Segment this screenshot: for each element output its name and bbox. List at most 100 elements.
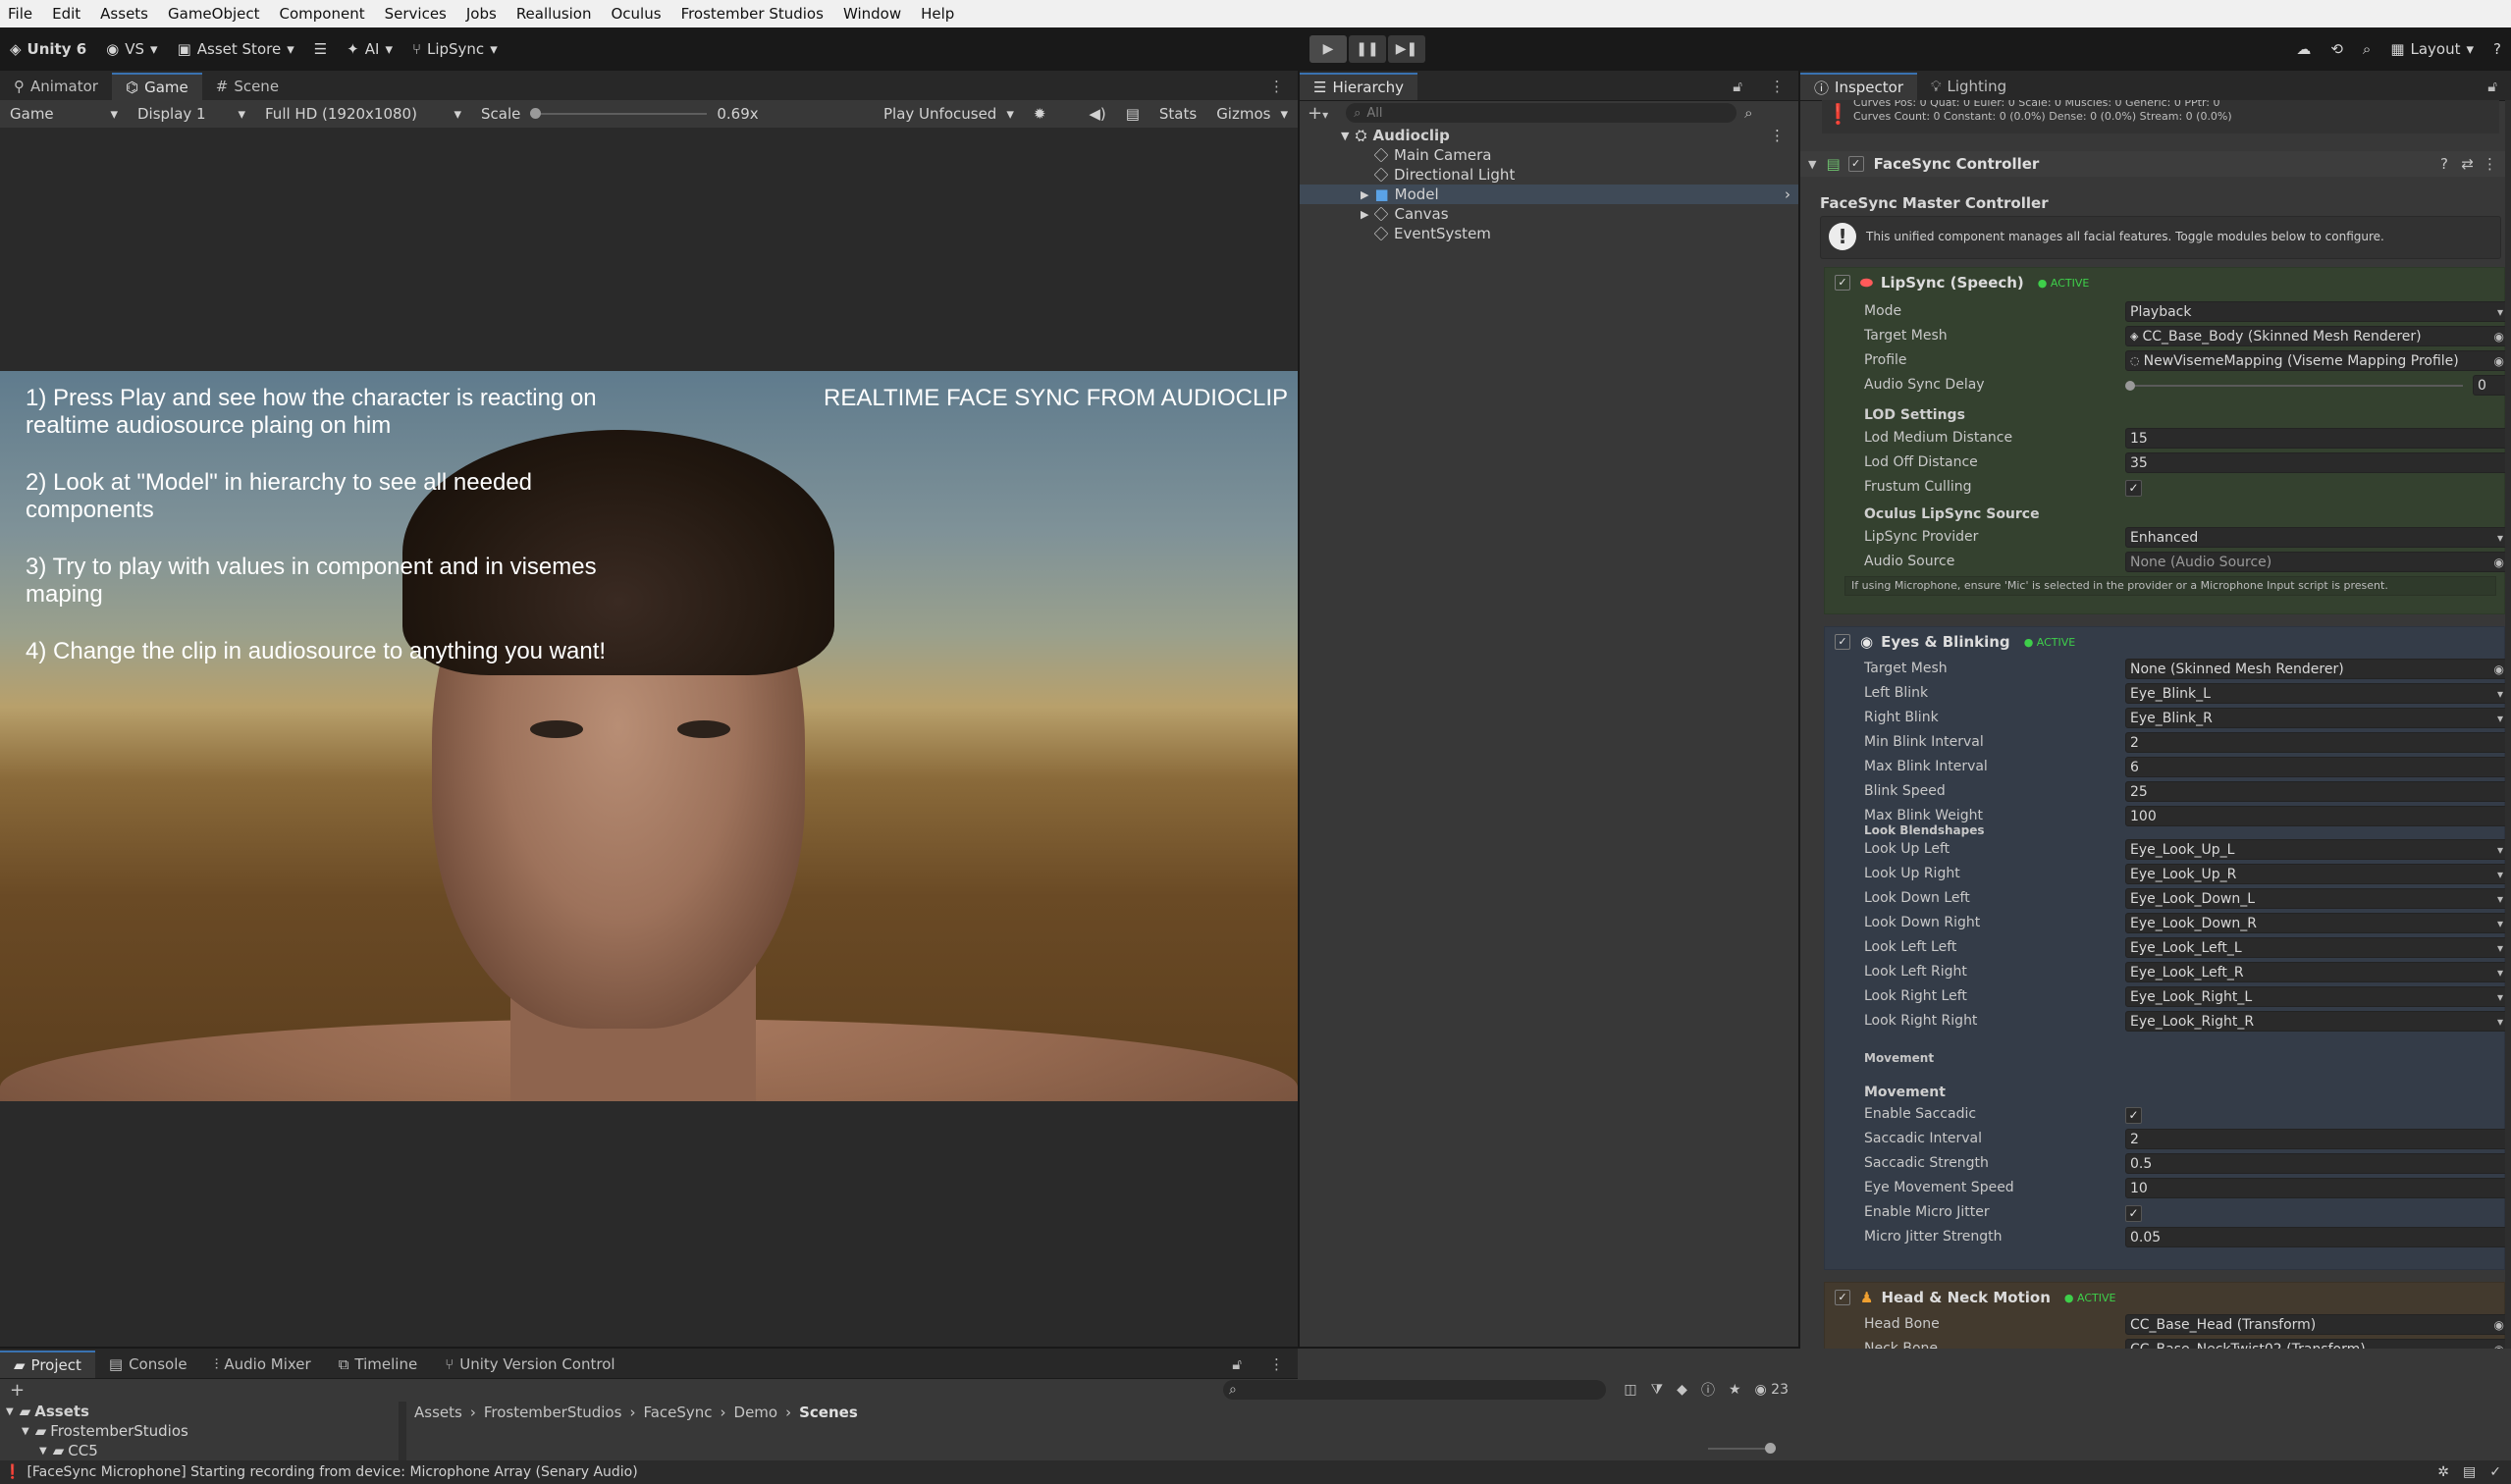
head-header[interactable]: ✓ ♟ Head & Neck Motion ● ACTIVE — [1825, 1285, 2506, 1310]
search-button[interactable]: ⌕ — [2353, 34, 2380, 64]
display-dropdown[interactable]: Display 1 ▾ — [128, 105, 255, 123]
hierarchy-search[interactable]: ⌕ All — [1346, 103, 1737, 123]
package-button[interactable]: ☰ — [304, 34, 337, 64]
hierarchy-item-main-camera[interactable]: Main Camera — [1300, 145, 1798, 165]
jitter-strength-field[interactable]: 0.05 — [2125, 1227, 2510, 1247]
eyes-enabled-checkbox[interactable]: ✓ — [1835, 634, 1850, 650]
create-button[interactable]: +▾ — [1300, 103, 1336, 124]
field-value[interactable]: 2 — [2125, 732, 2510, 753]
unity-brand-button[interactable]: ◈ Unity 6 — [0, 34, 96, 64]
filter-icon[interactable]: ⧩ — [1651, 1382, 1664, 1398]
project-menu-button[interactable]: ⋮ — [1256, 1351, 1298, 1378]
field-value[interactable]: 25 — [2125, 781, 2510, 802]
scale-slider[interactable] — [530, 108, 708, 120]
kebab-icon[interactable]: ⋮ — [2483, 155, 2497, 173]
field-value[interactable]: Eye_Look_Left_L — [2125, 937, 2510, 958]
field-value[interactable]: Eye_Look_Down_R — [2125, 913, 2510, 933]
field-value[interactable]: Eye_Look_Down_L — [2125, 888, 2510, 909]
status-message[interactable]: [FaceSync Microphone] Starting recording… — [27, 1464, 637, 1480]
history-button[interactable]: ⟲ — [2321, 34, 2353, 64]
enable-saccadic-checkbox[interactable]: ✓ — [2125, 1107, 2142, 1124]
target-mesh-field[interactable]: ◈ CC_Base_Body (Skinned Mesh Renderer) — [2125, 326, 2510, 346]
field-value[interactable]: None (Skinned Mesh Renderer) — [2125, 659, 2510, 679]
resolution-dropdown[interactable]: Full HD (1920x1080) ▾ — [255, 105, 471, 123]
folder-cc5[interactable]: ▼ ▰ CC5 — [0, 1441, 402, 1460]
eyes-header[interactable]: ✓ ◉ Eyes & Blinking ● ACTIVE — [1825, 629, 2506, 655]
tab-lighting[interactable]: 💡︎ Lighting — [1917, 73, 2020, 100]
field-value[interactable]: Eye_Blink_R — [2125, 708, 2510, 728]
step-button[interactable]: ▶❚ — [1388, 35, 1425, 63]
tab-scene[interactable]: # Scene — [202, 73, 293, 100]
label-icon[interactable]: ◆ — [1677, 1382, 1687, 1398]
pause-button[interactable]: ❚❚ — [1349, 35, 1386, 63]
progress-icon[interactable]: ▤ — [2463, 1464, 2476, 1480]
field-value[interactable]: 2 — [2125, 1129, 2510, 1149]
help-button[interactable]: ? — [2484, 34, 2511, 64]
search-by-type-icon[interactable]: ◫ — [1624, 1382, 1636, 1398]
cloud-button[interactable]: ☁ — [2286, 34, 2321, 64]
menu-file[interactable]: File — [8, 5, 32, 23]
debug-icon[interactable]: ✲ — [2437, 1464, 2449, 1480]
scene-row[interactable]: ▼ ⛭ Audioclip ⋮ — [1300, 126, 1798, 145]
tab-animator[interactable]: ⚲ Animator — [0, 73, 112, 100]
tab-version-control[interactable]: ⑂ Unity Version Control — [431, 1351, 628, 1378]
project-lock-button[interactable]: 🔓︎ — [1218, 1351, 1256, 1378]
info-icon[interactable]: ⓘ — [1701, 1380, 1715, 1400]
menu-gameobject[interactable]: GameObject — [168, 5, 260, 23]
menu-edit[interactable]: Edit — [52, 5, 80, 23]
play-button[interactable]: ▶ — [1309, 35, 1347, 63]
tab-inspector[interactable]: ⓘ Inspector — [1800, 73, 1917, 100]
tree-scrollbar[interactable] — [399, 1402, 406, 1460]
field-value[interactable]: 6 — [2125, 757, 2510, 777]
component-enabled-checkbox[interactable]: ✓ — [1847, 156, 1864, 172]
field-value[interactable]: Eye_Blink_L — [2125, 683, 2510, 704]
hierarchy-menu-button[interactable]: ⋮ — [1756, 73, 1798, 100]
field-value[interactable]: Eye_Look_Right_L — [2125, 986, 2510, 1007]
head-enabled-checkbox[interactable]: ✓ — [1835, 1290, 1850, 1305]
lod-off-field[interactable]: 35 — [2125, 452, 2510, 473]
game-render-view[interactable]: 1) Press Play and see how the character … — [0, 371, 1298, 1101]
tab-game[interactable]: ⌬ Game — [111, 73, 202, 100]
kebab-icon[interactable]: ⋮ — [1770, 127, 1785, 144]
mode-dropdown[interactable]: Playback — [2125, 301, 2510, 322]
menu-oculus[interactable]: Oculus — [612, 5, 662, 23]
lock-button[interactable]: 🔓︎ — [1719, 73, 1756, 100]
menu-help[interactable]: Help — [921, 5, 954, 23]
project-dropdown[interactable]: ⑂ LipSync ▾ — [402, 34, 508, 64]
field-value[interactable]: 100 — [2125, 806, 2510, 826]
check-icon[interactable]: ✓ — [2489, 1464, 2501, 1480]
field-value[interactable]: Eye_Look_Up_R — [2125, 864, 2510, 884]
panel-menu-button[interactable]: ⋮ — [1256, 73, 1298, 100]
keyboard-button[interactable]: ▤ — [1116, 105, 1149, 123]
hierarchy-item-eventsystem[interactable]: EventSystem — [1300, 224, 1798, 243]
search-options-button[interactable]: ⌕ — [1744, 104, 1752, 122]
help-icon[interactable]: ? — [2440, 155, 2448, 173]
tab-console[interactable]: ▤ Console — [95, 1351, 201, 1378]
menu-reallusion[interactable]: Reallusion — [516, 5, 592, 23]
menu-frostember[interactable]: Frostember Studios — [681, 5, 824, 23]
menu-window[interactable]: Window — [843, 5, 901, 23]
play-focus-dropdown[interactable]: Play Unfocused ▾ — [874, 105, 1024, 123]
tab-hierarchy[interactable]: ☰ Hierarchy — [1300, 73, 1417, 100]
tab-audio-mixer[interactable]: ⫶ Audio Mixer — [201, 1351, 325, 1378]
ai-dropdown[interactable]: ✦ AI ▾ — [337, 34, 402, 64]
folder-frostemberstudios[interactable]: ▼ ▰ FrostemberStudios — [0, 1421, 402, 1441]
menu-services[interactable]: Services — [385, 5, 447, 23]
audio-source-field[interactable]: None (Audio Source) — [2125, 552, 2510, 572]
stats-button[interactable]: Stats — [1149, 105, 1206, 123]
preset-icon[interactable]: ⇄ — [2461, 155, 2474, 173]
lipsync-header[interactable]: ✓ ⬬ LipSync (Speech) ● ACTIVE — [1825, 270, 2506, 295]
field-value[interactable]: Eye_Look_Up_L — [2125, 839, 2510, 860]
lod-medium-field[interactable]: 15 — [2125, 428, 2510, 449]
field-value[interactable]: 0.5 — [2125, 1153, 2510, 1174]
account-dropdown[interactable]: ◉ VS ▾ — [96, 34, 167, 64]
component-header[interactable]: ▼ ▤ ✓ FaceSync Controller ? ⇄ ⋮ — [1800, 151, 2511, 177]
menu-assets[interactable]: Assets — [100, 5, 148, 23]
frustum-culling-checkbox[interactable]: ✓ — [2125, 480, 2142, 497]
mute-audio-button[interactable]: ◀) — [1079, 105, 1115, 123]
provider-dropdown[interactable]: Enhanced — [2125, 527, 2510, 548]
tab-timeline[interactable]: ⧉ Timeline — [325, 1351, 432, 1378]
asset-store-dropdown[interactable]: ▣ Asset Store ▾ — [168, 34, 304, 64]
field-value[interactable]: Eye_Look_Right_R — [2125, 1011, 2510, 1032]
field-value[interactable]: 10 — [2125, 1178, 2510, 1198]
